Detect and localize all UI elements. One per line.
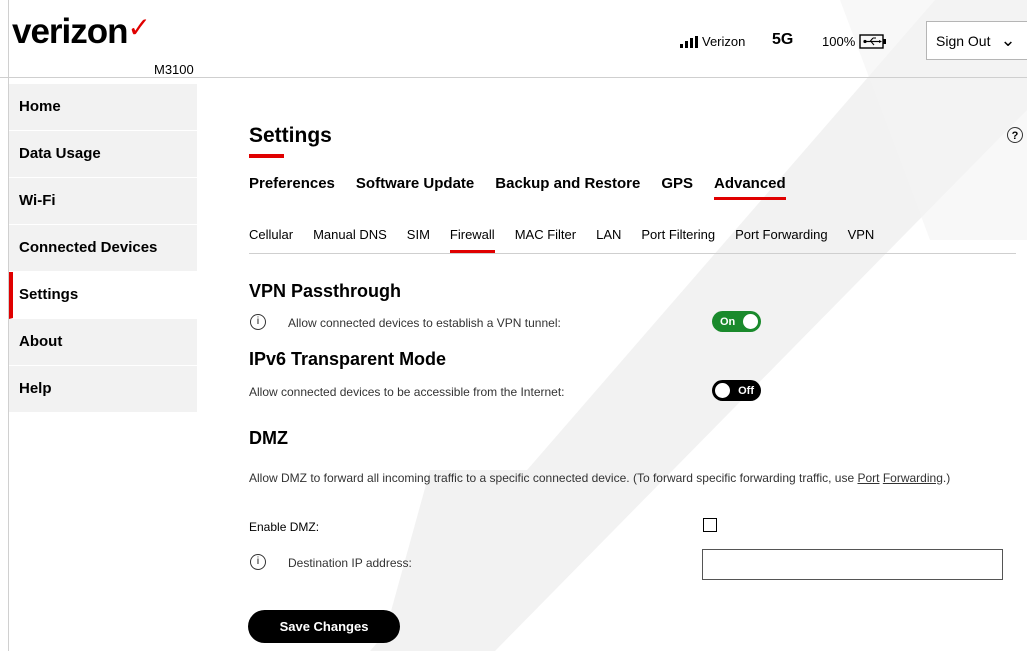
carrier-name: Verizon (702, 34, 746, 49)
sign-out-label: Sign Out (936, 32, 991, 49)
toggle-state-label: On (720, 315, 736, 328)
subtab-port-forwarding[interactable]: Port Forwarding (735, 227, 827, 242)
signal-status: Verizon (680, 34, 745, 49)
destination-ip-input[interactable] (702, 549, 1003, 580)
port-forwarding-link-cont[interactable]: Forwarding (883, 471, 943, 485)
battery-status: 100% (822, 34, 887, 49)
save-changes-button[interactable]: Save Changes (248, 610, 400, 643)
subtab-divider (249, 253, 1016, 254)
battery-percent: 100% (822, 34, 856, 49)
port-forwarding-link[interactable]: Port (857, 471, 879, 485)
signal-bars-icon (680, 35, 698, 48)
sidebar-item-about[interactable]: About (9, 319, 197, 366)
dmz-description-end: .) (942, 471, 951, 485)
subtab-lan[interactable]: LAN (596, 227, 621, 242)
chevron-down-icon: ⌄ (1000, 30, 1016, 50)
ipv6-description: Allow connected devices to be accessible… (249, 385, 565, 399)
enable-dmz-label: Enable DMZ: (249, 520, 320, 534)
settings-tabs: Preferences Software Update Backup and R… (249, 175, 786, 200)
subtab-vpn[interactable]: VPN (848, 227, 875, 242)
toggle-knob (715, 383, 730, 398)
network-type: 5G (772, 31, 794, 48)
sidebar: Home Data Usage Wi-Fi Connected Devices … (9, 84, 197, 413)
page-title: Settings (249, 124, 332, 147)
info-icon[interactable]: i (250, 314, 266, 330)
subtab-sim[interactable]: SIM (407, 227, 430, 242)
battery-usb-icon (859, 34, 887, 49)
ipv6-toggle[interactable]: Off (712, 380, 761, 401)
enable-dmz-checkbox[interactable] (703, 518, 717, 532)
tab-preferences[interactable]: Preferences (249, 175, 335, 192)
sign-out-button[interactable]: Sign Out ⌄ (926, 21, 1027, 60)
sidebar-item-settings[interactable]: Settings (9, 272, 197, 319)
subtab-port-filtering[interactable]: Port Filtering (641, 227, 715, 242)
tab-backup-restore[interactable]: Backup and Restore (495, 175, 640, 192)
title-underline (249, 154, 284, 158)
sidebar-item-connected-devices[interactable]: Connected Devices (9, 225, 197, 272)
destination-ip-label: Destination IP address: (288, 556, 412, 570)
verizon-logo: verizon✓ (12, 12, 151, 51)
header-divider (0, 77, 1027, 78)
tab-advanced[interactable]: Advanced (714, 175, 786, 200)
dmz-description: Allow DMZ to forward all incoming traffi… (249, 469, 1019, 487)
advanced-subtabs: Cellular Manual DNS SIM Firewall MAC Fil… (249, 227, 875, 253)
dmz-heading: DMZ (249, 428, 288, 448)
help-icon[interactable]: ? (1007, 127, 1023, 143)
sidebar-item-help[interactable]: Help (9, 366, 197, 413)
sidebar-item-wifi[interactable]: Wi-Fi (9, 178, 197, 225)
tab-software-update[interactable]: Software Update (356, 175, 474, 192)
subtab-firewall[interactable]: Firewall (449, 227, 495, 253)
sidebar-item-data-usage[interactable]: Data Usage (9, 131, 197, 178)
toggle-knob (743, 314, 758, 329)
sidebar-item-home[interactable]: Home (9, 84, 197, 131)
vpn-passthrough-toggle[interactable]: On (712, 311, 761, 332)
dmz-description-text: Allow DMZ to forward all incoming traffi… (249, 471, 858, 485)
subtab-mac-filter[interactable]: MAC Filter (515, 227, 576, 242)
vpn-passthrough-heading: VPN Passthrough (249, 281, 402, 301)
subtab-cellular[interactable]: Cellular (249, 227, 293, 242)
device-model: M3100 (154, 62, 194, 77)
vpn-passthrough-description: Allow connected devices to establish a V… (288, 316, 561, 330)
toggle-state-label: Off (738, 384, 754, 397)
info-icon[interactable]: i (250, 554, 266, 570)
subtab-manual-dns[interactable]: Manual DNS (313, 227, 387, 242)
ipv6-heading: IPv6 Transparent Mode (249, 349, 447, 369)
tab-gps[interactable]: GPS (661, 175, 693, 192)
